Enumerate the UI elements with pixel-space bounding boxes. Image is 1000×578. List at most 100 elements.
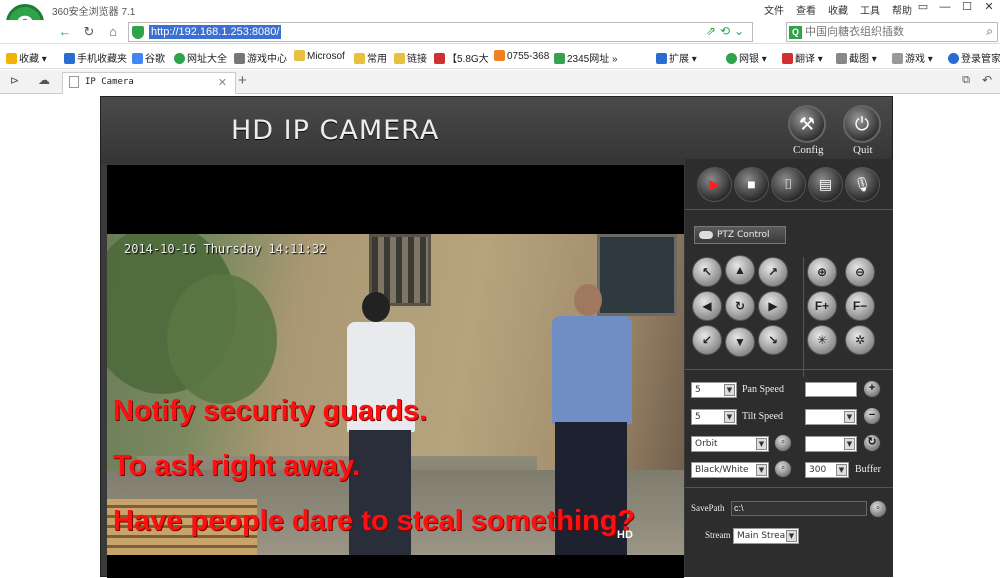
search-box[interactable]: Q ⌕ — [786, 22, 998, 42]
video-watermark: HD — [617, 529, 633, 541]
stream-select[interactable]: Main Strea ▼ — [733, 528, 799, 544]
pan-down-button[interactable]: ▼ — [725, 327, 755, 357]
menu-item-file[interactable]: 文件 — [764, 2, 784, 17]
play-button[interactable]: ▶ — [697, 167, 732, 202]
shirt-icon[interactable]: ▭ — [912, 0, 934, 16]
pan-center-button[interactable]: ↻ — [725, 291, 755, 321]
menu-item-help[interactable]: 帮助 — [892, 2, 912, 17]
record-clapper-icon[interactable]: ▤ — [808, 167, 843, 202]
pan-left-button[interactable]: ◀ — [692, 291, 722, 321]
sidebar-toggle-icon[interactable]: ⊳ — [10, 74, 19, 87]
chevron-down-icon: ▼ — [844, 411, 855, 423]
focus-out-icon[interactable]: F− — [845, 291, 875, 321]
divider — [803, 257, 804, 377]
close-icon[interactable]: ✕ — [218, 76, 227, 89]
buffer-select[interactable]: 300 ▼ — [805, 462, 849, 478]
add-preset-button[interactable]: + — [863, 380, 881, 398]
color-mode-go-button[interactable]: ◦ — [774, 460, 792, 478]
pan-up-right-button[interactable]: ↗ — [758, 257, 788, 287]
bookmark-common[interactable]: 常用 — [354, 50, 387, 65]
bookmark-games[interactable]: 游戏中心 — [234, 50, 287, 65]
zoom-in-icon[interactable]: ⊕ — [807, 257, 837, 287]
chevron-down-icon: ▼ — [836, 464, 847, 476]
bookmark-sites[interactable]: 网址大全 — [174, 50, 227, 65]
search-input[interactable] — [805, 25, 975, 38]
preset-select[interactable]: ▼ — [805, 409, 857, 425]
minimize-button[interactable]: — — [934, 0, 956, 16]
iris-close-icon[interactable]: ✲ — [845, 325, 875, 355]
maximize-button[interactable]: ☐ — [956, 0, 978, 16]
phone-icon — [64, 53, 75, 64]
chevron-down-icon: ▼ — [756, 438, 767, 450]
pan-speed-select[interactable]: 5 ▼ — [691, 382, 737, 398]
search-engine-icon[interactable]: Q — [789, 26, 802, 39]
chevron-down-icon: ▼ — [724, 411, 735, 423]
bookmark-2345[interactable]: 2345网址 » — [554, 50, 618, 65]
folder-icon — [354, 53, 365, 64]
undo-icon[interactable]: ↶ — [982, 73, 992, 87]
bookmark-google[interactable]: 谷歌 — [132, 50, 165, 65]
savepath-input[interactable]: c:\ — [731, 501, 867, 516]
bookmark-0755[interactable]: 0755-368 — [494, 50, 549, 62]
bookmark-screenshot[interactable]: 截图 ▾ — [836, 50, 877, 65]
home-button[interactable]: ⌂ — [104, 23, 122, 41]
bookmark-favorites[interactable]: 收藏 ▾ — [6, 50, 47, 65]
video-timestamp: 2014-10-16 Thursday 14:11:32 — [124, 242, 327, 256]
color-mode-select[interactable]: Black/White ▼ — [691, 462, 769, 478]
pan-down-left-button[interactable]: ↙ — [692, 325, 722, 355]
microphone-icon[interactable]: 🎙 — [845, 167, 880, 202]
menu-item-view[interactable]: 查看 — [796, 2, 816, 17]
bookmark-login[interactable]: 登录管家 — [948, 50, 1000, 65]
tilt-speed-select[interactable]: 5 ▼ — [691, 409, 737, 425]
tab-ip-camera[interactable]: IP Camera ✕ — [62, 72, 236, 94]
quit-button[interactable]: ⏻ — [843, 105, 881, 143]
orbit-select[interactable]: Orbit ▼ — [691, 436, 769, 452]
pan-up-button[interactable]: ▲ — [725, 255, 755, 285]
back-button[interactable]: ← — [56, 23, 74, 41]
address-bar[interactable]: http://192.168.1.253:8080/ ⇗⟲⌄ — [128, 22, 753, 42]
zoom-out-icon[interactable]: ⊖ — [845, 257, 875, 287]
menu-item-favorites[interactable]: 收藏 — [828, 2, 848, 17]
browse-folder-button[interactable]: ◦ — [869, 500, 887, 518]
config-button[interactable]: ⚒ — [788, 105, 826, 143]
bookmark-banking[interactable]: 网银 ▾ — [726, 50, 767, 65]
address-bar-icons[interactable]: ⇗⟲⌄ — [706, 24, 748, 38]
bookmark-extensions[interactable]: 扩展 ▾ — [656, 50, 697, 65]
overlay-text-line-2: To ask right away. — [113, 450, 361, 482]
bookmark-mobile[interactable]: 手机收藏夹 — [64, 50, 127, 65]
remove-preset-button[interactable]: − — [863, 407, 881, 425]
person-head — [362, 292, 390, 322]
pan-right-button[interactable]: ▶ — [758, 291, 788, 321]
search-icon[interactable]: ⌕ — [986, 24, 993, 39]
divider — [685, 369, 893, 370]
stop-button[interactable]: ■ — [734, 167, 769, 202]
pan-up-left-button[interactable]: ↖ — [692, 257, 722, 287]
guard-head — [574, 284, 602, 316]
bookmark-links[interactable]: 链接 — [394, 50, 427, 65]
divider — [685, 487, 893, 488]
close-window-button[interactable]: ✕ — [978, 0, 1000, 16]
bookmark-58g[interactable]: 【5.8G大 — [434, 50, 489, 65]
folder-icon — [394, 53, 405, 64]
restore-tabs-icon[interactable]: ⧉ — [962, 74, 970, 87]
refresh-button[interactable]: ↻ — [80, 23, 98, 41]
pan-down-right-button[interactable]: ↘ — [758, 325, 788, 355]
focus-in-icon[interactable]: F+ — [807, 291, 837, 321]
bookmark-play[interactable]: 游戏 ▾ — [892, 50, 933, 65]
iris-open-icon[interactable]: ✳ — [807, 325, 837, 355]
new-tab-button[interactable]: + — [238, 72, 247, 89]
call-preset-button[interactable]: ↻ — [863, 434, 881, 452]
orbit-go-button[interactable]: ◦ — [774, 434, 792, 452]
cloud-icon[interactable]: ☁ — [38, 73, 50, 87]
preset-call-select[interactable]: ▼ — [805, 436, 857, 452]
bookmark-microsoft[interactable]: Microsof — [294, 50, 345, 62]
video-view[interactable]: 2014-10-16 Thursday 14:11:32 Notify secu… — [107, 165, 684, 578]
ptz-control-label: PTZ Control — [694, 226, 786, 244]
snapshot-camera-icon[interactable]: ⌷ — [771, 167, 806, 202]
stream-label: Stream — [705, 530, 731, 540]
window — [597, 234, 677, 316]
url-text[interactable]: http://192.168.1.253:8080/ — [149, 25, 282, 39]
pan-speed-input[interactable] — [805, 382, 857, 397]
bookmark-translate[interactable]: 翻译 ▾ — [782, 50, 823, 65]
menu-item-tools[interactable]: 工具 — [860, 2, 880, 17]
